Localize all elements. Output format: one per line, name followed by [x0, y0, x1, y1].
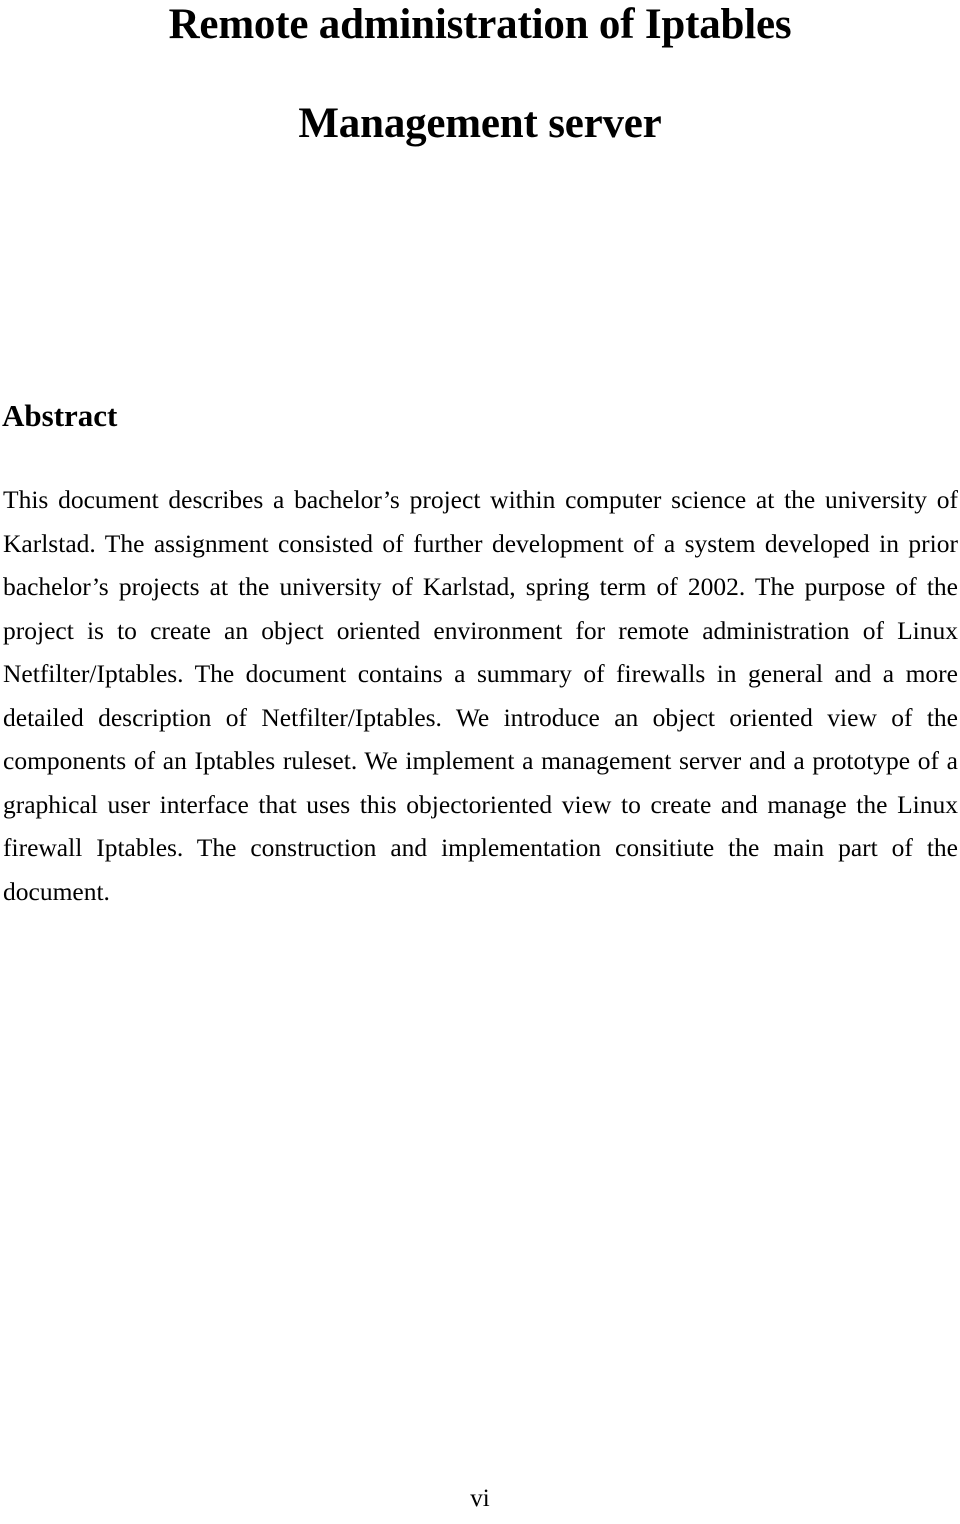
title-block: Remote administration of Iptables Manage… [0, 0, 960, 149]
page-number: vi [470, 1485, 490, 1512]
document-title: Remote administration of Iptables [168, 1, 792, 48]
abstract-heading: Abstract [2, 398, 118, 433]
document-page: Remote administration of Iptables Manage… [0, 0, 960, 1524]
abstract-paragraph: This document describes a bachelor’s pro… [3, 485, 958, 906]
document-subtitle: Management server [298, 100, 662, 147]
